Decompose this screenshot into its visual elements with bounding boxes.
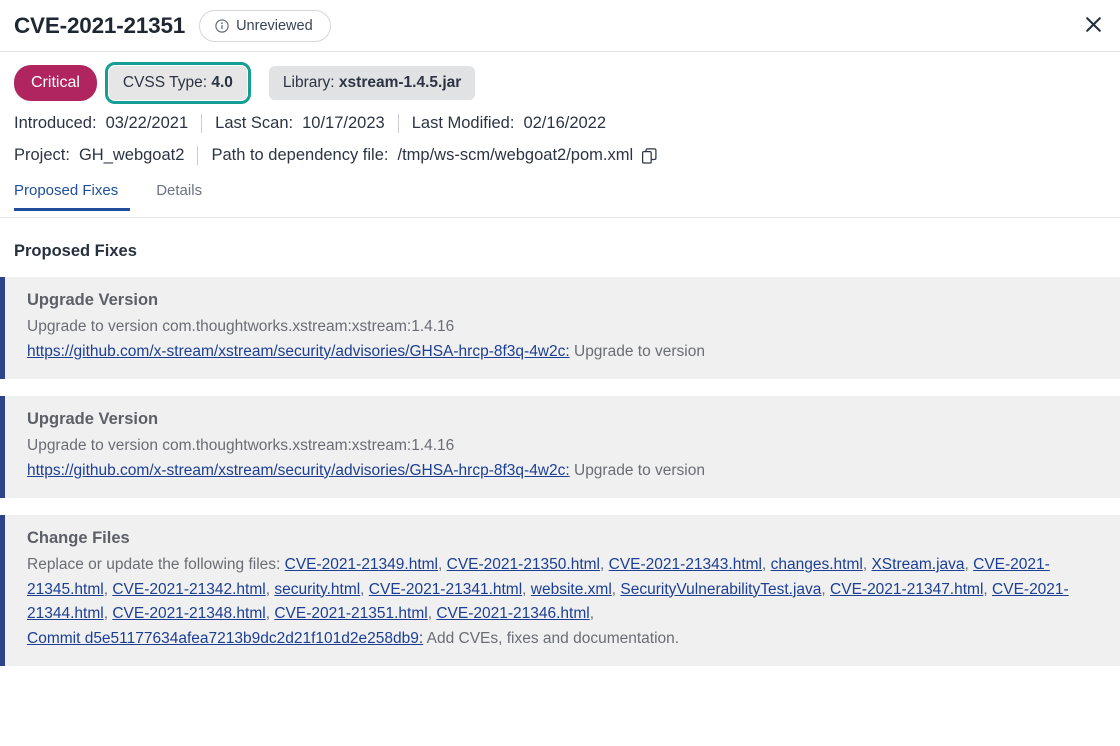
chips-row: Critical CVSS Type: 4.0 Library: xstream… bbox=[0, 52, 1120, 104]
tab-bar: Proposed Fixes Details bbox=[0, 182, 1120, 218]
close-button[interactable] bbox=[1078, 11, 1108, 41]
change-file-link[interactable]: CVE-2021-21347.html bbox=[830, 581, 983, 598]
dependency-path-label: Path to dependency file: bbox=[211, 146, 389, 164]
change-file-link[interactable]: XStream.java bbox=[871, 556, 964, 573]
tab-details[interactable]: Details bbox=[144, 182, 214, 211]
last-modified-value: 02/16/2022 bbox=[523, 114, 607, 132]
file-separator: , bbox=[964, 556, 974, 573]
advisory-link[interactable]: https://github.com/x-stream/xstream/secu… bbox=[27, 343, 570, 360]
last-scan-value: 10/17/2023 bbox=[302, 114, 385, 132]
fix-card-body: Upgrade to version com.thoughtworks.xstr… bbox=[27, 434, 1104, 483]
dialog-header: CVE-2021-21351 Unreviewed bbox=[0, 0, 1120, 52]
fix-card-trail: Upgrade to version bbox=[569, 342, 705, 360]
fix-card-title: Upgrade Version bbox=[27, 291, 159, 309]
fix-card-line: Upgrade to version com.thoughtworks.xstr… bbox=[27, 437, 455, 454]
file-separator: , bbox=[600, 556, 609, 573]
change-files-card: Change Files Replace or update the follo… bbox=[0, 515, 1120, 666]
meta-divider bbox=[197, 146, 199, 165]
library-chip[interactable]: Library: xstream-1.4.5.jar bbox=[268, 65, 476, 100]
last-modified-label: Last Modified: bbox=[411, 114, 515, 132]
fix-card-title: Upgrade Version bbox=[27, 410, 159, 428]
change-file-link[interactable]: CVE-2021-21346.html bbox=[436, 605, 589, 622]
file-separator: , bbox=[983, 580, 993, 598]
library-chip-prefix: Library: bbox=[282, 73, 335, 91]
meta-row-project: Project: GH_webgoat2 Path to dependency … bbox=[0, 146, 1120, 165]
file-separator: , bbox=[589, 605, 595, 622]
library-chip-value: xstream-1.4.5.jar bbox=[338, 73, 462, 91]
cvss-type-chip[interactable]: CVSS Type: 4.0 bbox=[108, 65, 247, 100]
tab-proposed-fixes[interactable]: Proposed Fixes bbox=[14, 182, 131, 211]
fix-card-body: Upgrade to version com.thoughtworks.xstr… bbox=[27, 315, 1104, 364]
change-files-body: Replace or update the following files: C… bbox=[27, 553, 1104, 651]
cvss-chip-prefix: CVSS Type: bbox=[122, 73, 208, 91]
file-separator: , bbox=[522, 580, 531, 598]
introduced-value: 03/22/2021 bbox=[105, 114, 189, 132]
close-icon bbox=[1085, 16, 1102, 36]
dependency-path-value: /tmp/ws-scm/webgoat2/pom.xml bbox=[397, 146, 634, 164]
change-file-link[interactable]: CVE-2021-21341.html bbox=[369, 581, 522, 598]
change-file-link[interactable]: CVE-2021-21342.html bbox=[112, 581, 265, 598]
file-separator: , bbox=[360, 580, 369, 598]
fix-card: Upgrade Version Upgrade to version com.t… bbox=[0, 277, 1120, 379]
meta-row-dates: Introduced: 03/22/2021 Last Scan: 10/17/… bbox=[0, 114, 1120, 133]
fix-card: Upgrade Version Upgrade to version com.t… bbox=[0, 396, 1120, 498]
change-file-link[interactable]: security.html bbox=[274, 581, 360, 598]
last-scan-label: Last Scan: bbox=[215, 114, 294, 132]
status-badge[interactable]: Unreviewed bbox=[199, 9, 331, 42]
change-file-link[interactable]: CVE-2021-21350.html bbox=[447, 556, 600, 573]
file-separator: , bbox=[821, 580, 831, 598]
fix-card-line: Upgrade to version com.thoughtworks.xstr… bbox=[27, 318, 455, 335]
change-files-title: Change Files bbox=[27, 529, 130, 547]
cvss-chip-focus-ring: CVSS Type: 4.0 bbox=[104, 61, 251, 104]
meta-divider bbox=[397, 114, 399, 133]
change-file-link[interactable]: CVE-2021-21349.html bbox=[285, 556, 438, 573]
advisory-link[interactable]: https://github.com/x-stream/xstream/secu… bbox=[27, 462, 570, 479]
file-separator: , bbox=[762, 556, 771, 573]
page-title: CVE-2021-21351 bbox=[14, 12, 186, 38]
commit-link[interactable]: Commit d5e51177634afea7213b9dc2d21f101d2… bbox=[27, 630, 423, 647]
change-file-link[interactable]: CVE-2021-21348.html bbox=[112, 605, 265, 622]
change-file-link[interactable]: website.xml bbox=[531, 581, 612, 598]
introduced-label: Introduced: bbox=[14, 114, 97, 132]
change-file-link[interactable]: CVE-2021-21351.html bbox=[274, 605, 427, 622]
project-label: Project: bbox=[14, 146, 70, 164]
change-files-lead: Replace or update the following files: bbox=[27, 556, 285, 573]
cvss-chip-value: 4.0 bbox=[211, 73, 233, 91]
change-file-link[interactable]: changes.html bbox=[771, 556, 863, 573]
copy-icon[interactable] bbox=[642, 147, 657, 164]
section-title: Proposed Fixes bbox=[14, 242, 137, 260]
change-file-link[interactable]: SecurityVulnerabilityTest.java bbox=[620, 581, 821, 598]
change-file-link[interactable]: CVE-2021-21343.html bbox=[609, 556, 762, 573]
file-separator: , bbox=[438, 556, 447, 573]
status-badge-label: Unreviewed bbox=[236, 17, 313, 34]
project-value: GH_webgoat2 bbox=[78, 146, 185, 164]
info-circle-icon bbox=[215, 18, 229, 33]
meta-divider bbox=[201, 114, 203, 133]
fix-card-trail: Upgrade to version bbox=[569, 461, 705, 479]
proposed-fixes-list: Upgrade Version Upgrade to version com.t… bbox=[0, 277, 1120, 666]
commit-trail: Add CVEs, fixes and documentation. bbox=[423, 629, 680, 647]
severity-chip: Critical bbox=[14, 64, 97, 101]
